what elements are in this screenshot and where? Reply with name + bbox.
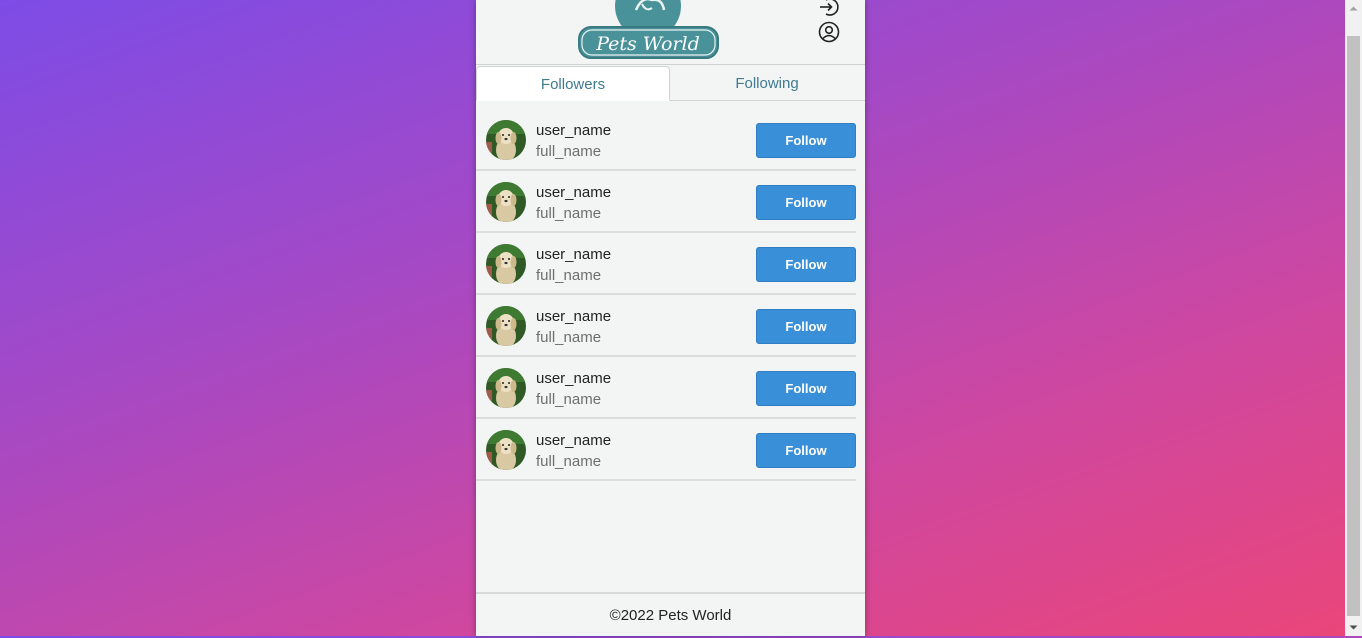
login-icon[interactable] — [817, 0, 841, 19]
header: Pets World — [476, 0, 865, 65]
user-profile-icon[interactable] — [817, 20, 841, 44]
avatar[interactable] — [486, 182, 526, 222]
avatar[interactable] — [486, 430, 526, 470]
scroll-down-arrow-icon[interactable] — [1345, 619, 1362, 636]
avatar[interactable] — [486, 244, 526, 284]
follow-button[interactable]: Follow — [756, 309, 856, 344]
user-name: user_name — [536, 308, 612, 325]
user-list: user_name full_name Follow user_name full_na… — [476, 109, 865, 481]
follow-button[interactable]: Follow — [756, 185, 856, 220]
follow-button[interactable]: Follow — [756, 433, 856, 468]
follow-button[interactable]: Follow — [756, 371, 856, 406]
scrollbar-thumb[interactable] — [1347, 36, 1360, 616]
scroll-up-arrow-icon[interactable] — [1345, 0, 1362, 17]
tab-following[interactable]: Following — [670, 66, 864, 100]
user-name: user_name — [536, 246, 612, 263]
user-row: user_name full_name Follow — [476, 419, 865, 481]
scrollbar[interactable] — [1345, 0, 1362, 636]
avatar[interactable] — [486, 120, 526, 160]
tab-bar: Followers Following — [476, 66, 865, 101]
tab-followers[interactable]: Followers — [476, 66, 670, 101]
logo-text: Pets World — [595, 33, 700, 55]
avatar[interactable] — [486, 368, 526, 408]
user-name: user_name — [536, 370, 612, 387]
full-name: full_name — [536, 267, 602, 284]
full-name: full_name — [536, 391, 602, 408]
pets-world-logo[interactable]: Pets World — [576, 0, 721, 62]
footer: ©2022 Pets World — [476, 592, 865, 638]
user-row: user_name full_name Follow — [476, 109, 865, 171]
user-name: user_name — [536, 122, 612, 139]
follow-button[interactable]: Follow — [756, 247, 856, 282]
user-row: user_name full_name Follow — [476, 357, 865, 419]
full-name: full_name — [536, 143, 602, 160]
full-name: full_name — [536, 329, 602, 346]
user-name: user_name — [536, 184, 612, 201]
user-row: user_name full_name Follow — [476, 233, 865, 295]
full-name: full_name — [536, 205, 602, 222]
avatar[interactable] — [486, 306, 526, 346]
full-name: full_name — [536, 453, 602, 470]
user-row: user_name full_name Follow — [476, 171, 865, 233]
app-panel: Pets World Followers Following user_name… — [476, 0, 865, 636]
user-row: user_name full_name Follow — [476, 295, 865, 357]
follow-button[interactable]: Follow — [756, 123, 856, 158]
user-name: user_name — [536, 432, 612, 449]
